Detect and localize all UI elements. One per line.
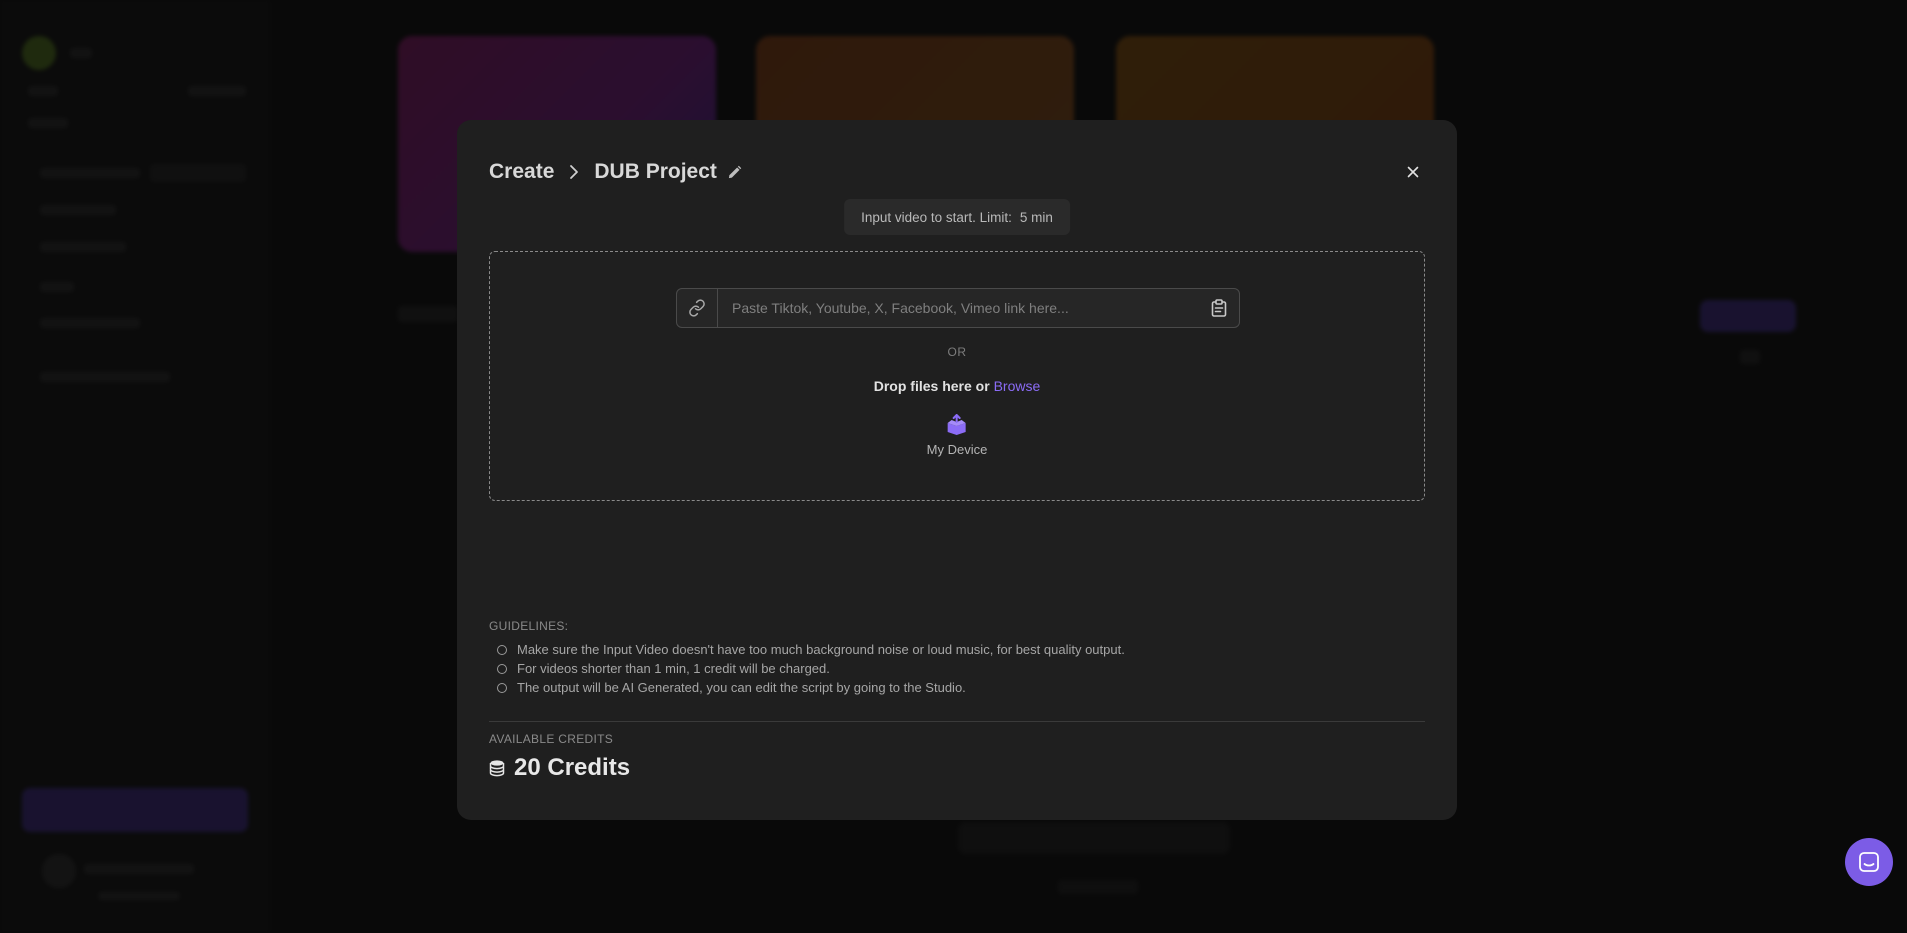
guideline-item: For videos shorter than 1 min, 1 credit … (489, 659, 1425, 678)
drop-files-text: Drop files here or Browse (490, 378, 1424, 394)
chevron-right-icon (568, 164, 580, 180)
bullet-icon (497, 663, 507, 674)
my-device-label: My Device (926, 442, 988, 457)
chat-icon (1858, 851, 1880, 873)
close-button[interactable] (1401, 160, 1425, 184)
file-dropzone[interactable]: OR Drop files here or Browse My Device (489, 251, 1425, 501)
modal-header: Create DUB Project (489, 156, 1425, 188)
upload-box-icon (946, 414, 968, 436)
guideline-text: The output will be AI Generated, you can… (517, 680, 966, 695)
video-link-input[interactable] (717, 289, 1199, 327)
chat-launcher-button[interactable] (1845, 838, 1893, 886)
guideline-text: For videos shorter than 1 min, 1 credit … (517, 661, 830, 676)
my-device-button[interactable]: My Device (926, 414, 988, 457)
guidelines-title: GUIDELINES: (489, 619, 569, 633)
coins-icon (489, 759, 505, 777)
guidelines-section: GUIDELINES: Make sure the Input Video do… (489, 619, 1425, 697)
guideline-item: Make sure the Input Video doesn't have t… (489, 640, 1425, 659)
limit-value: 5 min (1019, 209, 1053, 225)
credits-balance: 20 Credits (489, 754, 630, 782)
browse-link[interactable]: Browse (994, 378, 1041, 394)
input-limit-badge: Input video to start. Limit: 5 min (844, 199, 1070, 235)
bullet-icon (497, 682, 507, 693)
link-icon (677, 288, 717, 328)
project-title: DUB Project (594, 160, 717, 183)
guideline-item: The output will be AI Generated, you can… (489, 678, 1425, 697)
link-input-group (676, 288, 1240, 328)
breadcrumb-create[interactable]: Create (489, 160, 554, 184)
clipboard-icon[interactable] (1199, 288, 1239, 328)
or-separator: OR (947, 345, 967, 359)
drop-label: Drop files here or (873, 378, 990, 394)
close-icon (1407, 166, 1419, 178)
pencil-icon[interactable] (727, 165, 742, 180)
create-dub-project-modal: Create DUB Project Input video to start.… (457, 120, 1457, 820)
credits-value: 20 Credits (514, 754, 631, 781)
section-divider (489, 721, 1425, 722)
available-credits-label: AVAILABLE CREDITS (489, 732, 614, 746)
guideline-text: Make sure the Input Video doesn't have t… (517, 642, 1125, 657)
bullet-icon (497, 644, 507, 655)
limit-label: Input video to start. Limit: (861, 209, 1012, 225)
